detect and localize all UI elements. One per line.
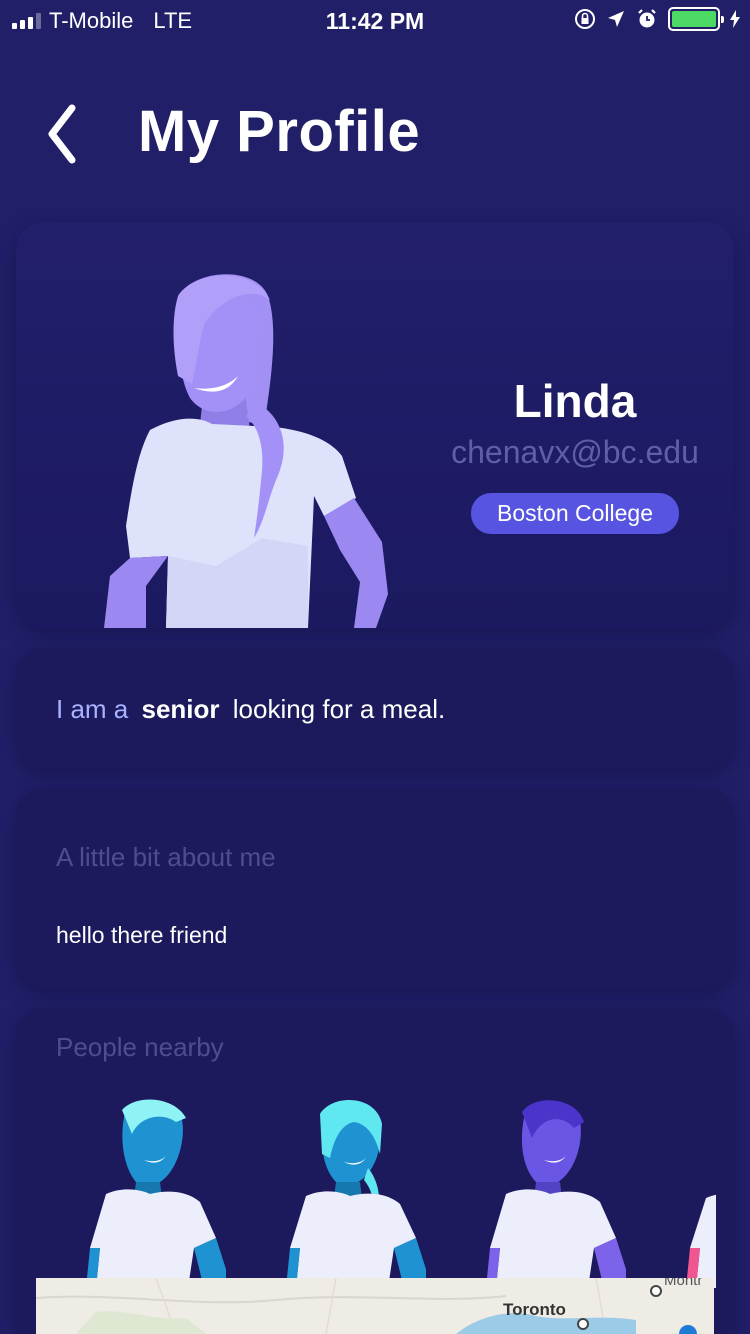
location-arrow-icon — [608, 11, 624, 27]
nearby-person-avatar[interactable] — [476, 1098, 626, 1288]
map-city-label: Toronto — [503, 1300, 566, 1319]
page-title: My Profile — [138, 99, 421, 164]
nearby-person-avatar[interactable] — [276, 1098, 426, 1288]
profile-card: Linda chenavx@bc.edu Boston College — [16, 222, 734, 628]
status-suffix: looking for a meal. — [232, 694, 446, 724]
about-card: A little bit about me hello there friend — [16, 788, 734, 988]
about-title: A little bit about me — [56, 842, 276, 872]
status-card: I am a senior looking for a meal. — [16, 648, 734, 768]
battery-icon — [668, 7, 724, 31]
people-nearby-title: People nearby — [56, 1032, 224, 1062]
status-line: I am a senior looking for a meal. — [56, 694, 445, 725]
school-badge[interactable]: Boston College — [471, 493, 679, 534]
people-row — [76, 1098, 716, 1288]
status-prefix: I am a — [56, 694, 129, 724]
map-graphic — [36, 1278, 714, 1334]
nearby-person-avatar[interactable] — [76, 1098, 226, 1288]
alarm-icon — [638, 9, 656, 28]
charging-bolt-icon — [730, 10, 740, 28]
orientation-lock-icon — [575, 9, 595, 29]
chevron-left-icon — [48, 104, 76, 164]
about-text: hello there friend — [56, 922, 228, 948]
header: My Profile — [0, 88, 750, 188]
class-year[interactable]: senior — [141, 694, 219, 724]
back-button[interactable] — [40, 98, 100, 168]
status-bar: T-Mobile LTE 11:42 PM — [0, 0, 750, 40]
profile-name: Linda — [513, 375, 637, 427]
map-preview[interactable]: Toronto Montr — [36, 1278, 714, 1334]
nearby-person-avatar[interactable] — [676, 1098, 716, 1288]
status-right — [574, 7, 740, 31]
profile-email: chenavx@bc.edu — [451, 434, 699, 470]
profile-info: Linda chenavx@bc.edu Boston College — [416, 374, 734, 534]
avatar — [104, 274, 388, 628]
battery-fill — [672, 11, 716, 27]
map-city-label: Montr — [664, 1278, 703, 1289]
